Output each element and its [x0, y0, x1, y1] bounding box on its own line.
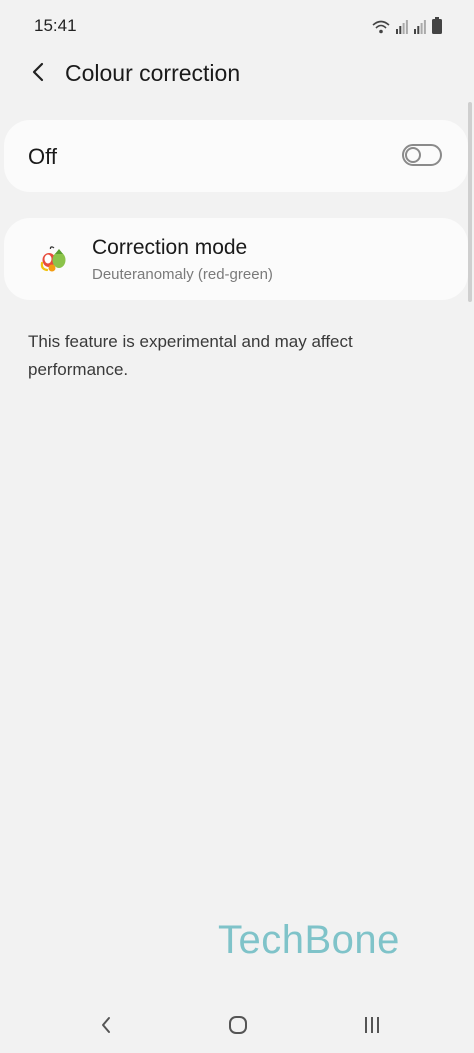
home-icon	[228, 1015, 248, 1040]
chevron-left-icon	[31, 62, 45, 87]
signal-icon	[414, 18, 426, 34]
toggle-label: Off	[28, 144, 57, 169]
scrollbar[interactable]	[468, 102, 472, 302]
status-icons	[372, 16, 442, 34]
status-bar: 15:41	[0, 0, 474, 52]
colour-correction-icon	[38, 244, 70, 274]
correction-mode-row[interactable]: Correction mode Deuteranomaly (red-green…	[4, 218, 468, 300]
app-header: Colour correction	[0, 52, 474, 96]
switch-knob	[405, 147, 421, 163]
nav-home-button[interactable]	[222, 1013, 254, 1041]
navigation-bar	[0, 1005, 474, 1053]
page-title: Colour correction	[65, 60, 241, 86]
recents-icon	[362, 1016, 382, 1039]
battery-icon	[432, 17, 442, 34]
signal-icon	[396, 18, 408, 34]
experimental-notice: This feature is experimental and may aff…	[28, 332, 353, 379]
nav-back-button[interactable]	[90, 1013, 122, 1041]
back-button[interactable]	[22, 58, 54, 90]
status-time: 15:41	[34, 16, 77, 35]
back-icon	[100, 1016, 112, 1039]
correction-mode-value: Deuteranomaly (red-green)	[92, 266, 273, 283]
correction-mode-title: Correction mode	[92, 236, 248, 259]
watermark-logo: TechBone	[218, 918, 400, 962]
colour-correction-switch[interactable]	[402, 144, 442, 166]
nav-recents-button[interactable]	[356, 1013, 388, 1041]
wifi-icon	[372, 20, 390, 34]
colour-correction-toggle-row[interactable]: Off	[4, 120, 468, 192]
